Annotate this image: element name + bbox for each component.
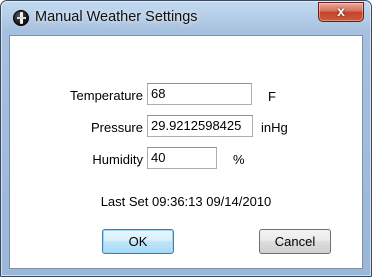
pressure-label: Pressure xyxy=(90,120,143,135)
humidity-input[interactable]: 40 xyxy=(147,147,217,169)
window-title: Manual Weather Settings xyxy=(35,9,198,25)
cancel-button[interactable]: Cancel xyxy=(259,229,331,254)
close-icon: x xyxy=(337,3,345,19)
dialog-window: Manual Weather Settings x Temperature 68… xyxy=(0,0,372,277)
dialog-body: Temperature 68 F Pressure 29.9212598425 … xyxy=(9,35,363,269)
pressure-unit: inHg xyxy=(261,120,288,135)
pressure-input[interactable]: 29.9212598425 xyxy=(147,115,253,137)
ok-button[interactable]: OK xyxy=(102,229,174,254)
app-icon xyxy=(13,10,29,26)
humidity-unit: % xyxy=(233,152,245,167)
temperature-label: Temperature xyxy=(70,88,143,103)
title-bar[interactable]: Manual Weather Settings x xyxy=(1,1,371,35)
close-button[interactable]: x xyxy=(318,2,364,22)
humidity-label: Humidity xyxy=(92,152,143,167)
temperature-input[interactable]: 68 xyxy=(147,83,252,105)
last-set-status: Last Set 09:36:13 09/14/2010 xyxy=(100,194,272,209)
temperature-unit: F xyxy=(268,89,276,104)
